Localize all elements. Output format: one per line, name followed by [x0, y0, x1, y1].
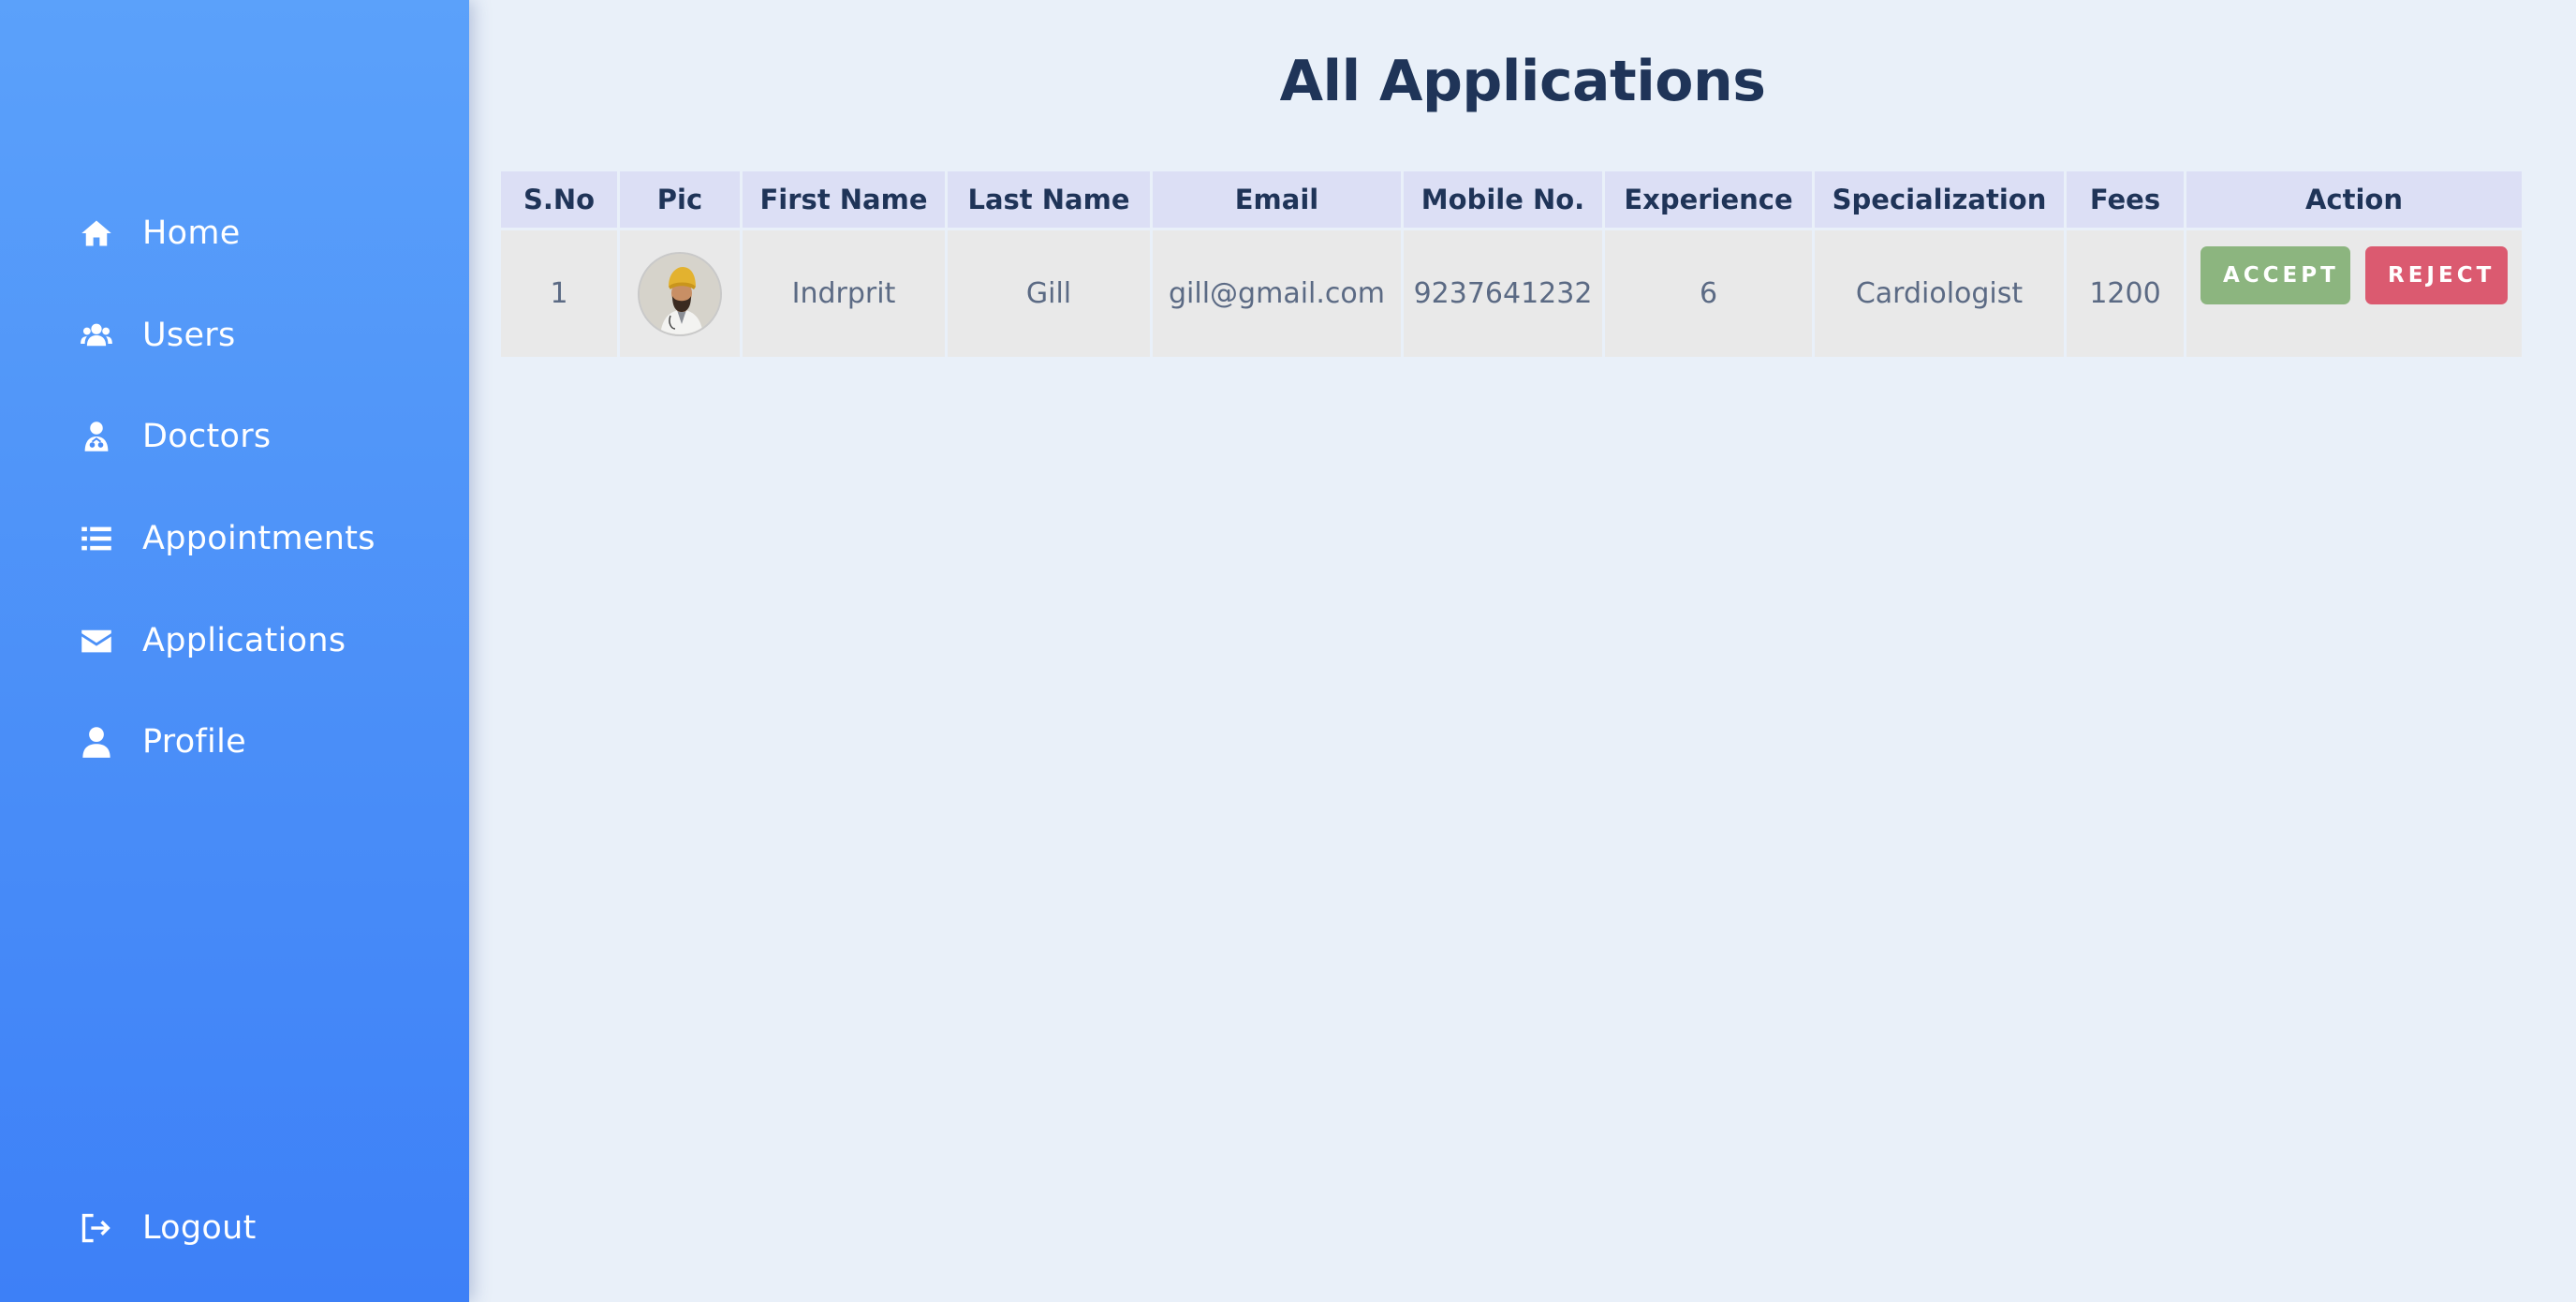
sidebar-item-label: Profile	[142, 723, 246, 761]
sidebar-item-profile[interactable]: Profile	[79, 714, 246, 770]
column-header-experience: Experience	[1605, 171, 1812, 228]
cell-pic	[620, 230, 740, 357]
cell-email: gill@gmail.com	[1153, 230, 1401, 357]
cell-specialization: Cardiologist	[1815, 230, 2064, 357]
users-icon	[79, 318, 114, 353]
logout-button[interactable]: Logout	[79, 1200, 257, 1256]
logout-label: Logout	[142, 1209, 257, 1247]
cell-experience: 6	[1605, 230, 1812, 357]
column-header-action: Action	[2186, 171, 2522, 228]
accept-button[interactable]: ACCEPT	[2201, 246, 2350, 304]
logout-icon	[79, 1210, 114, 1246]
page-title: All Applications	[1279, 49, 1766, 114]
cell-fees: 1200	[2067, 230, 2184, 357]
user-icon	[79, 724, 114, 760]
cell-first-name: Indrprit	[743, 230, 945, 357]
sidebar-item-label: Appointments	[142, 520, 375, 557]
cell-mobile: 9237641232	[1404, 230, 1602, 357]
main-content: All Applications S.No Pic First Name Las…	[469, 0, 2576, 1302]
column-header-mobile: Mobile No.	[1404, 171, 1602, 228]
sidebar-item-appointments[interactable]: Appointments	[79, 510, 375, 567]
avatar	[638, 251, 722, 336]
table-header-row: S.No Pic First Name Last Name Email Mobi…	[501, 171, 2522, 228]
sidebar-item-label: Doctors	[142, 418, 272, 455]
column-header-first-name: First Name	[743, 171, 945, 228]
cell-last-name: Gill	[948, 230, 1150, 357]
sidebar-item-doctors[interactable]: Doctors	[79, 408, 271, 465]
envelope-icon	[79, 623, 114, 658]
cell-sno: 1	[501, 230, 617, 357]
action-buttons: ACCEPT REJECT	[2186, 246, 2522, 304]
sidebar-item-home[interactable]: Home	[79, 205, 241, 261]
column-header-fees: Fees	[2067, 171, 2184, 228]
sidebar-item-applications[interactable]: Applications	[79, 613, 346, 669]
column-header-email: Email	[1153, 171, 1401, 228]
table-row: 1 Indrprit Gill gill@gmail.com 923764123…	[501, 230, 2522, 357]
reject-button[interactable]: REJECT	[2365, 246, 2508, 304]
list-icon	[79, 521, 114, 556]
doctor-icon	[79, 419, 114, 454]
sidebar-item-label: Applications	[142, 622, 346, 659]
column-header-pic: Pic	[620, 171, 740, 228]
column-header-specialization: Specialization	[1815, 171, 2064, 228]
applications-table: S.No Pic First Name Last Name Email Mobi…	[498, 169, 2524, 360]
sidebar-item-label: Users	[142, 317, 236, 354]
column-header-sno: S.No	[501, 171, 617, 228]
sidebar-item-label: Home	[142, 215, 241, 252]
home-icon	[79, 215, 114, 251]
cell-action: ACCEPT REJECT	[2186, 230, 2522, 357]
sidebar: Home Users Doctors Appointments Applicat…	[0, 0, 469, 1302]
sidebar-item-users[interactable]: Users	[79, 307, 236, 363]
column-header-last-name: Last Name	[948, 171, 1150, 228]
